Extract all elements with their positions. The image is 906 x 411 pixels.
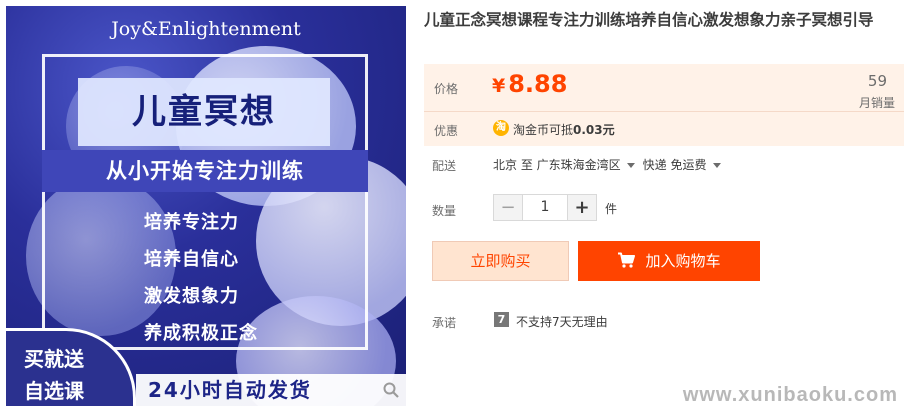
shipping-origin: 北京 至: [493, 158, 533, 172]
discount-label: 优惠: [434, 124, 459, 138]
monthly-sales-count: 59: [867, 72, 887, 90]
delivery-banner: 24小时自动发货: [136, 374, 406, 406]
divider: [424, 111, 904, 112]
promise-label: 承诺: [432, 316, 457, 330]
zoom-icon[interactable]: [382, 381, 400, 399]
shipping-destination: 广东珠海金湾区: [536, 158, 621, 172]
quantity-increase-button[interactable]: +: [568, 195, 596, 220]
delivery-text: 24小时自动发货: [148, 378, 312, 402]
benefit-item: 培养专注力: [144, 212, 239, 233]
shipping-destination-select[interactable]: 广东珠海金湾区: [537, 158, 643, 172]
benefit-item: 培养自信心: [144, 249, 239, 270]
discount-description: 淘金币可抵: [513, 123, 574, 137]
cart-icon: [618, 252, 636, 268]
benefit-list: 培养专注力 培养自信心 激发想象力 养成积极正念: [144, 204, 258, 352]
price-amount: 8.88: [508, 70, 568, 98]
shipping-info: 北京 至 广东珠海金湾区 快递 免运费: [493, 156, 729, 173]
price-value: ¥8.88: [492, 70, 567, 98]
promo-line: 买就送: [24, 347, 84, 371]
add-to-cart-label: 加入购物车: [645, 252, 721, 270]
chevron-down-icon: [712, 163, 721, 168]
image-title: 儿童冥想: [78, 78, 330, 146]
quantity-input[interactable]: 1: [522, 195, 568, 220]
benefit-item: 养成积极正念: [144, 323, 258, 344]
quantity-decrease-button[interactable]: −: [494, 195, 522, 220]
monthly-sales-label: 月销量: [858, 96, 895, 110]
quantity-stepper: − 1 +: [493, 194, 597, 221]
price-panel: 价格 ¥8.88 59 月销量 优惠 淘 淘金币可抵0.03元: [424, 64, 904, 146]
price-label: 价格: [434, 82, 459, 96]
site-watermark: www.xunibaoku.com: [682, 384, 898, 406]
shipping-label: 配送: [432, 159, 457, 173]
shipping-method-select[interactable]: 快递 免运费: [643, 158, 729, 172]
product-main-image[interactable]: Joy&Enlightenment 儿童冥想 从小开始专注力训练 培养专注力 培…: [6, 6, 406, 406]
currency-symbol: ¥: [492, 75, 506, 97]
chevron-down-icon: [626, 163, 635, 168]
buy-now-button[interactable]: 立即购买: [432, 241, 569, 281]
image-brand: Joy&Enlightenment: [111, 18, 301, 40]
promo-line: 自选课: [24, 379, 84, 403]
image-subtitle: 从小开始专注力训练: [42, 150, 368, 192]
discount-text: 淘金币可抵0.03元: [513, 121, 615, 138]
quantity-unit: 件: [605, 202, 618, 216]
no-return-icon: 7: [494, 312, 509, 327]
discount-amount: 0.03元: [573, 123, 615, 137]
promise-text: 不支持7天无理由: [516, 315, 608, 329]
shipping-method: 快递 免运费: [642, 158, 707, 172]
add-to-cart-button[interactable]: 加入购物车: [578, 241, 760, 281]
quantity-label: 数量: [432, 204, 457, 218]
benefit-item: 激发想象力: [144, 286, 239, 307]
taobao-coin-icon: 淘: [493, 120, 509, 136]
product-title: 儿童正念冥想课程专注力训练培养自信心激发想象力亲子冥想引导: [424, 11, 874, 29]
